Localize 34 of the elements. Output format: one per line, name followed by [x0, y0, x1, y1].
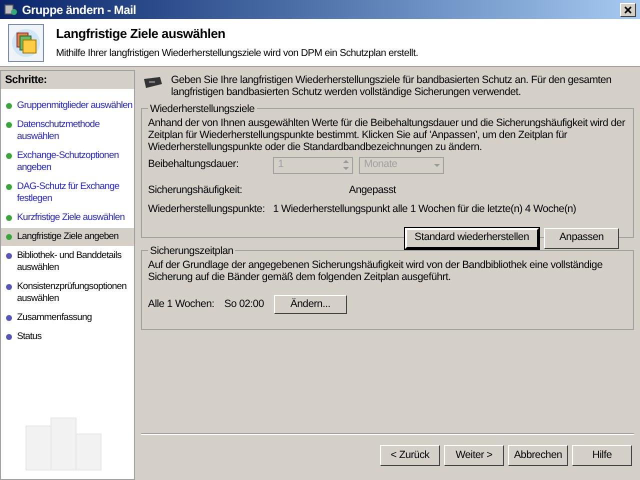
retention-label: Beibehaltungsdauer:: [148, 157, 240, 172]
tape-icon: [141, 76, 163, 90]
step-item[interactable]: Exchange-Schutzoptionen angeben: [1, 147, 134, 177]
change-button[interactable]: Ändern...: [274, 295, 347, 314]
folders-icon: [8, 24, 44, 62]
step-item[interactable]: Langfristige Ziele angeben: [1, 228, 134, 246]
schedule-time: So 02:00: [224, 296, 264, 312]
close-icon: [624, 6, 632, 14]
frequency-label: Sicherungshäufigkeit:: [148, 183, 244, 198]
page-subtitle: Mithilfe Ihrer langfristigen Wiederherstellungsziele wird von DPM ein Schutzplan erstellt.: [56, 47, 418, 62]
page-title: Langfristige Ziele auswählen: [56, 24, 226, 43]
step-item[interactable]: Konsistenzprüfungsoptionen auswählen: [1, 278, 134, 308]
step-item[interactable]: Datenschutzmethode auswählen: [1, 116, 134, 146]
step-item[interactable]: DAG-Schutz für Exchange festlegen: [1, 178, 134, 208]
step-item[interactable]: Status: [1, 328, 134, 346]
back-button[interactable]: < Zurück: [380, 445, 440, 466]
app-icon: [4, 2, 18, 16]
step-item[interactable]: Zusammenfassung: [1, 309, 134, 327]
step-item[interactable]: Bibliothek- und Banddetails auswählen: [1, 247, 134, 277]
recovery-description: Anhand der von Ihnen ausgewählten Werte für die Beibehaltungsdauer und die Sicherungshäufigkeit wird der Zeitplan für Wiederherstellungspunkte bestimmt. Klicken Sie auf 'Anpassen', um den Zeitplan für Wiederherstellungspunkte oder die Standardbandbezeichnungen zu ändern.: [148, 117, 626, 153]
steps-heading: Schritte:: [1, 71, 134, 89]
cancel-button[interactable]: Abbrechen: [508, 445, 568, 466]
intro-text: Geben Sie Ihre langfristigen Wiederherstellungsziele für bandbasierten Schutz an. Für den gesamten langfristigen bandbasierten Schutz werden vollständige Sicherungen verwendet.: [171, 74, 612, 98]
step-item[interactable]: Kurzfristige Ziele auswählen: [1, 209, 134, 227]
frequency-value: Angepasst: [349, 183, 396, 198]
recovery-points-value: 1 Wiederherstellungspunkt alle 1 Wochen für die letzte(n) 4 Woche(n): [273, 202, 576, 217]
schedule-description: Auf der Grundlage der angegebenen Sicherungshäufigkeit wird von der Bandbibliothek eine vollständige Sicherung auf die Bänder gemäß dem folgenden Zeitplan ausgeführt.: [148, 259, 604, 283]
interval-label: Alle 1 Wochen:: [148, 296, 214, 312]
recovery-points-label: Wiederherstellungspunkte:: [148, 202, 266, 217]
step-item[interactable]: Gruppenmitglieder auswählen: [1, 97, 134, 115]
help-button[interactable]: Hilfe: [572, 445, 632, 466]
next-button[interactable]: Weiter >: [444, 445, 504, 466]
close-button[interactable]: [620, 2, 636, 16]
window-title: Gruppe ändern - Mail: [22, 2, 138, 18]
